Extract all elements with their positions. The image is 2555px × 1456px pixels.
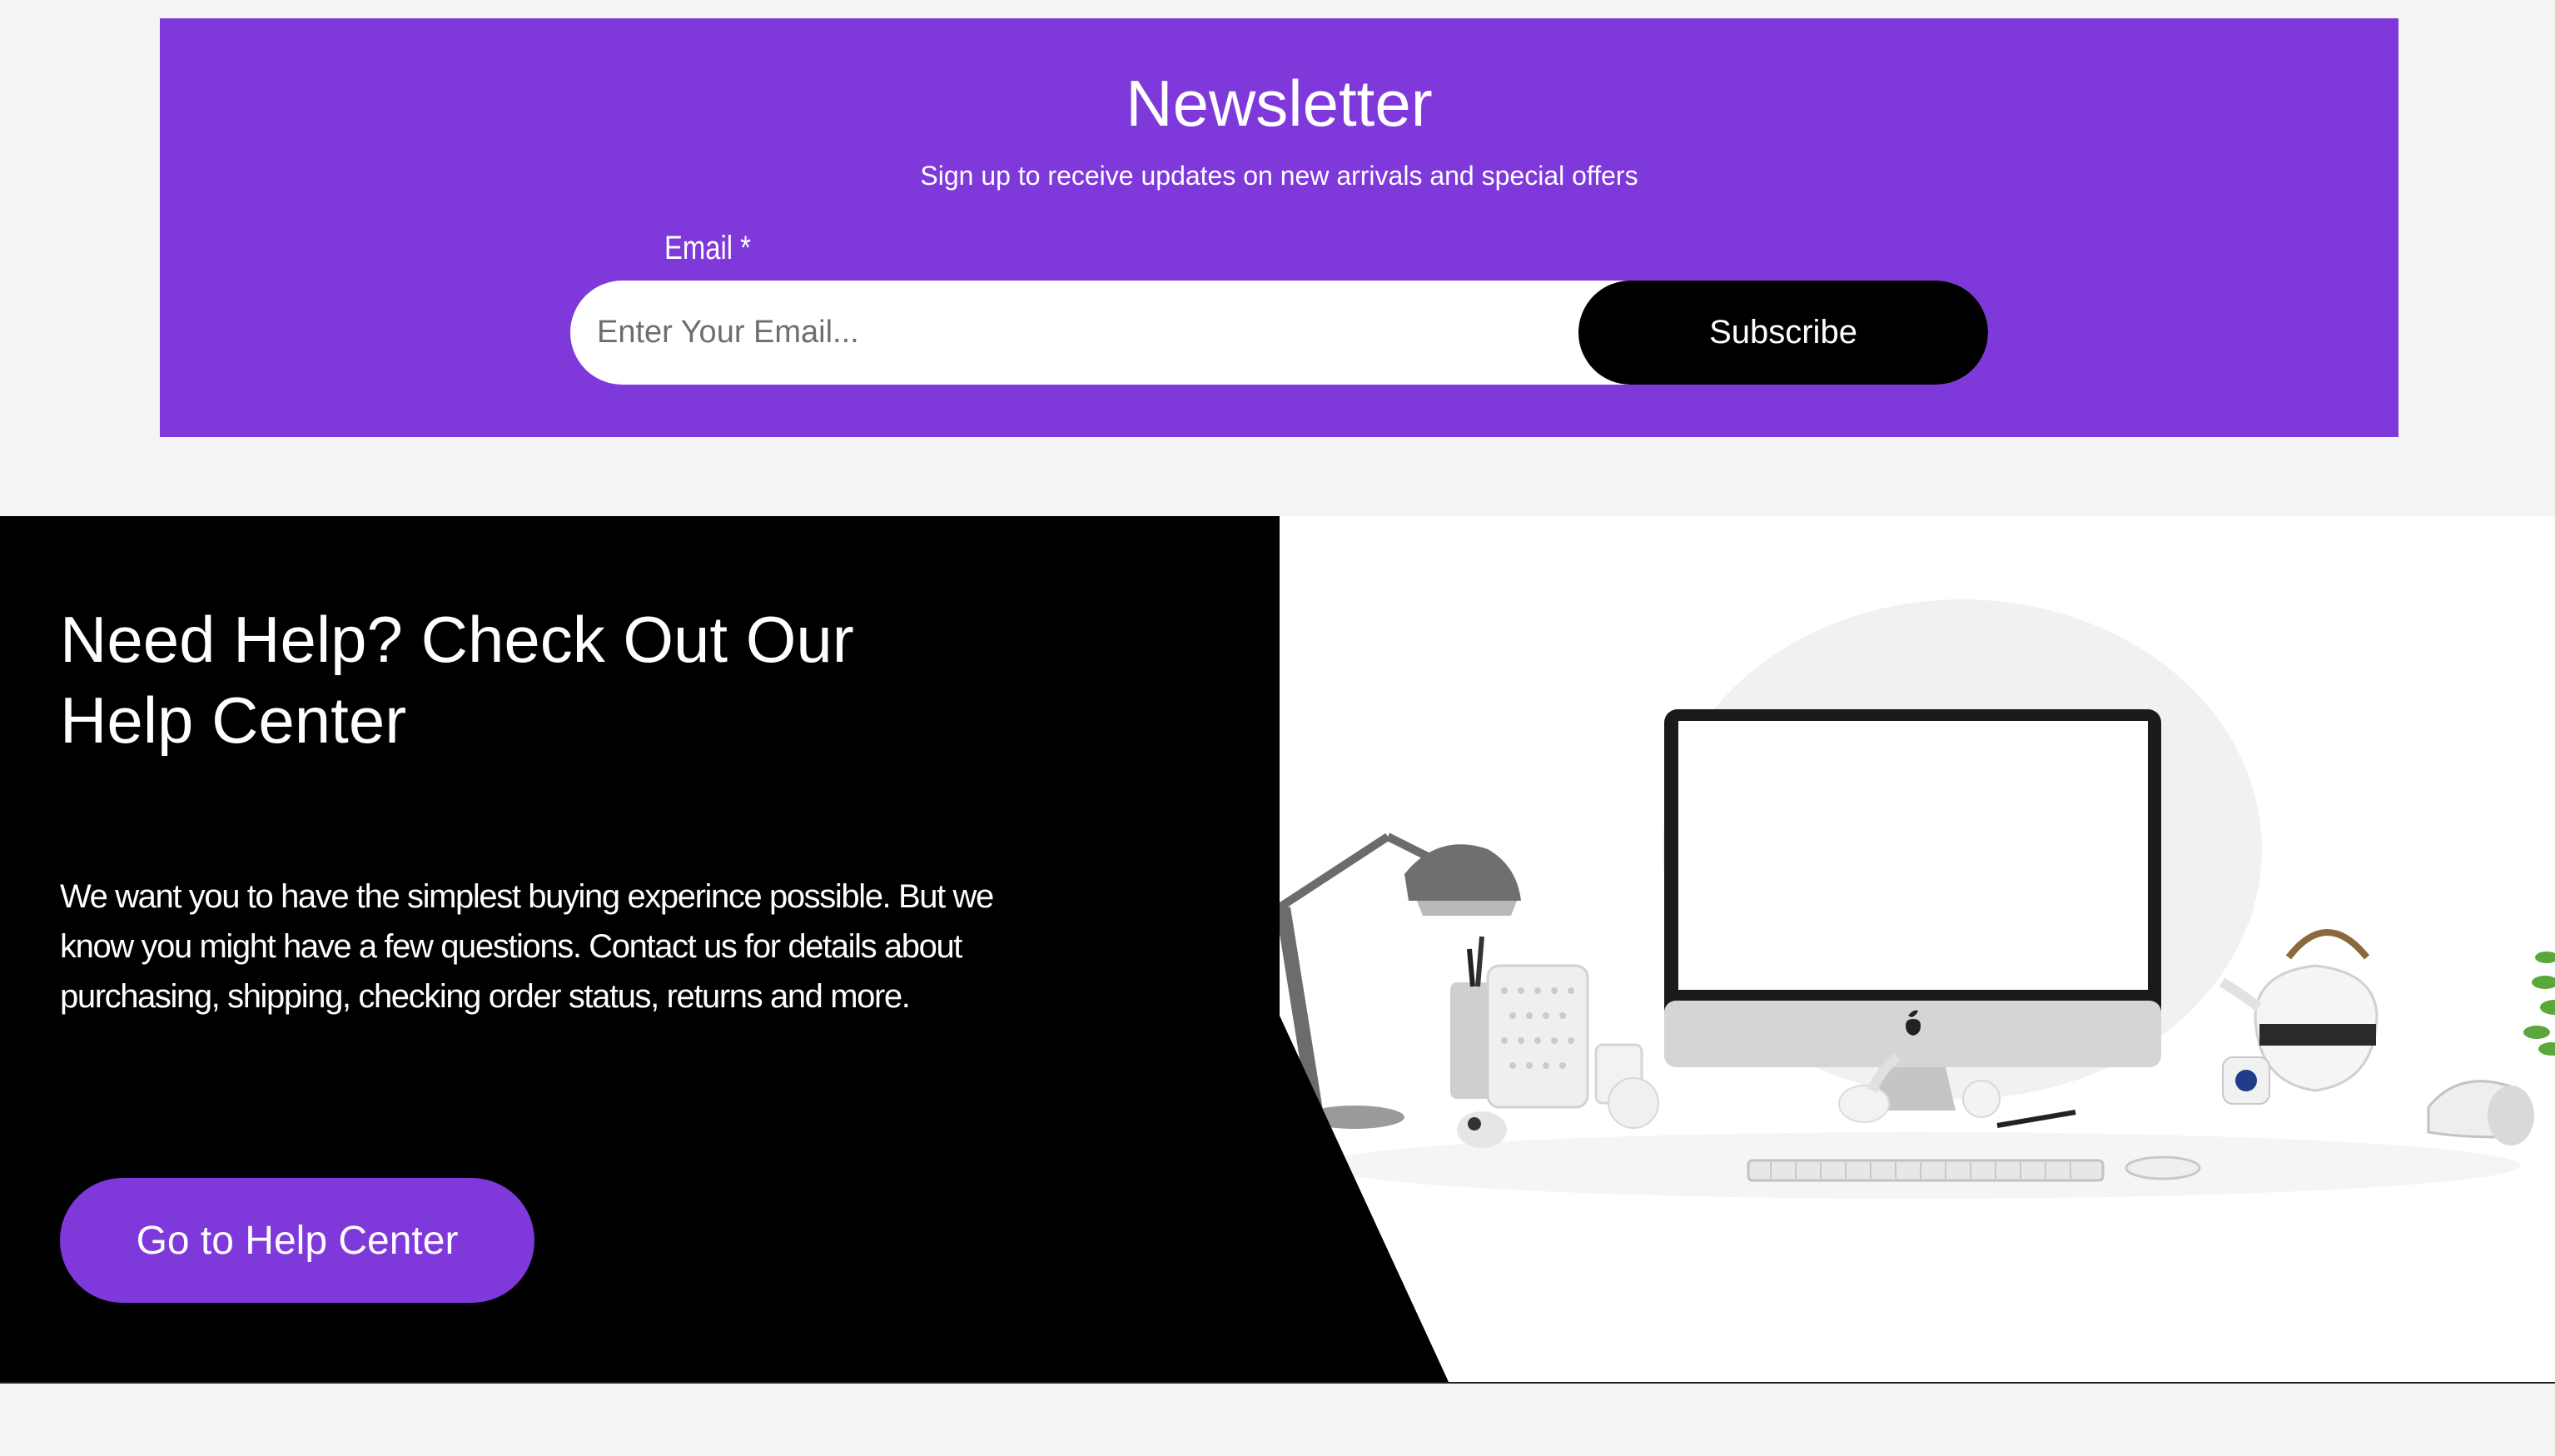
help-description: We want you to have the simplest buying … <box>60 878 994 1015</box>
help-title: Need Help? Check Out Our Help Center <box>60 603 854 757</box>
go-to-help-center-button[interactable]: Go to Help Center <box>60 1178 534 1303</box>
section-divider <box>0 1382 2555 1384</box>
help-text-panel: Need Help? Check Out Our Help Center We … <box>0 516 1449 1382</box>
newsletter-form: Subscribe <box>570 281 1988 385</box>
email-label: Email * <box>664 230 751 266</box>
subscribe-button[interactable]: Subscribe <box>1578 281 1988 385</box>
newsletter-title: Newsletter <box>1126 67 1433 140</box>
newsletter-section: Newsletter Sign up to receive updates on… <box>160 18 2398 437</box>
monitor <box>1664 709 2161 1111</box>
help-center-section: Need Help? Check Out Our Help Center We … <box>0 516 2555 1382</box>
newsletter-subtitle: Sign up to receive updates on new arriva… <box>920 161 1638 191</box>
desk-workspace-image <box>1280 516 2555 1382</box>
